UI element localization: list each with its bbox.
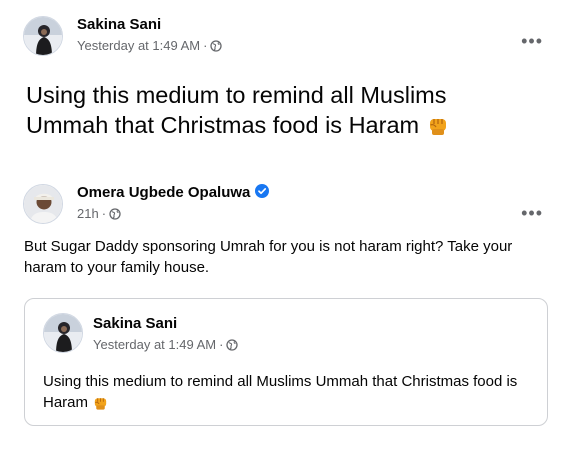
shared-author-name[interactable]: Sakina Sani: [93, 315, 177, 332]
separator: ·: [101, 206, 107, 221]
separator: ·: [203, 38, 208, 53]
more-options-button[interactable]: •••: [521, 204, 543, 222]
timestamp[interactable]: Yesterday at 1:49 AM: [77, 38, 200, 53]
globe-icon: [210, 39, 223, 52]
verified-badge-icon: [255, 184, 270, 198]
author-name-text[interactable]: Omera Ugbede Opaluwa: [77, 184, 250, 201]
shared-post-text: Using this medium to remind all Muslims …: [43, 371, 523, 413]
shared-post-card[interactable]: Sakina Sani Yesterday at 1:49 AM · Using…: [24, 298, 548, 426]
post-meta: Yesterday at 1:49 AM ·: [77, 38, 223, 53]
raised-fist-emoji-icon: [429, 119, 446, 135]
shared-post-text-content: Using this medium to remind all Muslims …: [43, 373, 518, 411]
post-text: Using this medium to remind all Muslims …: [26, 80, 526, 140]
globe-icon: [109, 207, 121, 220]
post-original: Sakina Sani Yesterday at 1:49 AM · ••• U…: [10, 8, 555, 173]
timestamp[interactable]: 21h: [77, 206, 99, 221]
author-name[interactable]: Sakina Sani: [77, 16, 161, 33]
post-text-content: Using this medium to remind all Muslims …: [26, 82, 447, 138]
post-meta: 21h ·: [77, 206, 121, 221]
avatar[interactable]: [43, 313, 83, 353]
shared-timestamp[interactable]: Yesterday at 1:49 AM: [93, 337, 216, 352]
post-header: Omera Ugbede Opaluwa 21h · •••: [23, 184, 555, 228]
globe-icon: [226, 338, 239, 351]
separator: ·: [219, 337, 224, 352]
more-options-button[interactable]: •••: [521, 32, 543, 50]
author-name: Omera Ugbede Opaluwa: [77, 184, 270, 201]
avatar[interactable]: [23, 16, 63, 56]
post-reply: Omera Ugbede Opaluwa 21h · ••• But Sugar…: [10, 176, 555, 452]
shared-post-meta: Yesterday at 1:49 AM ·: [93, 337, 239, 352]
post-header: Sakina Sani Yesterday at 1:49 AM · •••: [23, 16, 555, 60]
post-text: But Sugar Daddy sponsoring Umrah for you…: [24, 238, 513, 276]
raised-fist-emoji-icon: [95, 398, 107, 410]
avatar[interactable]: [23, 184, 63, 224]
